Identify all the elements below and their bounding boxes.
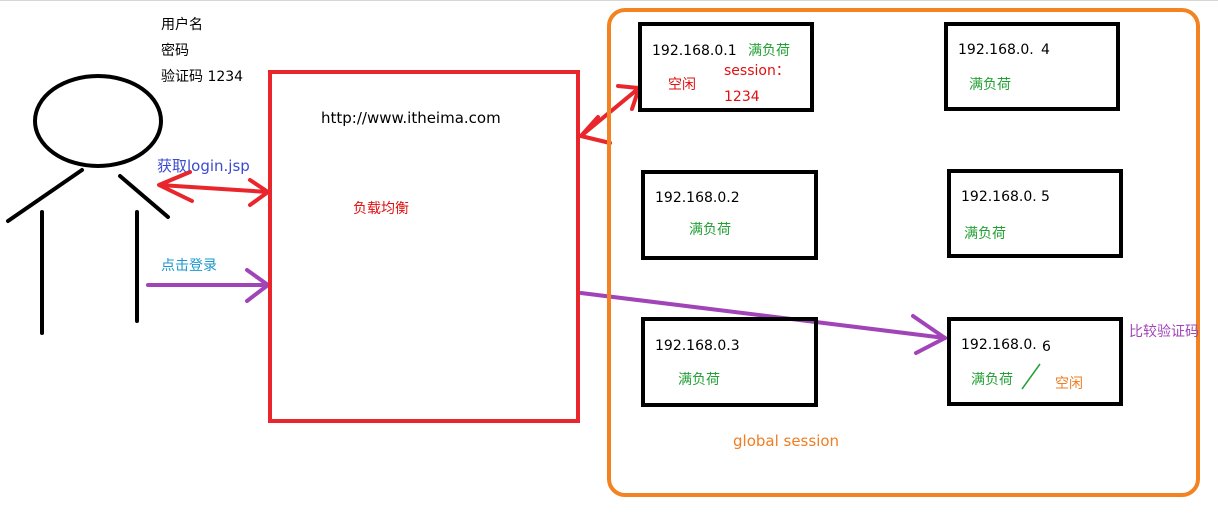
server-5: [947, 169, 1123, 258]
server-1-session-label: session：: [724, 63, 790, 79]
server-3-ip: 192.168.0.3: [655, 338, 740, 354]
server-5-ip-suffix: 5: [1041, 189, 1050, 205]
server-1-note: 空闲: [668, 77, 696, 93]
server-1-session-value: 1234: [724, 89, 760, 105]
compare-captcha-label: 比较验证码: [1129, 324, 1199, 340]
global-session-label: global session: [733, 432, 840, 450]
lb-url: http://www.itheima.com: [321, 109, 501, 127]
server-2-status: 满负荷: [689, 222, 731, 238]
server-3: [641, 317, 818, 407]
server-4-ip-suffix: 4: [1041, 42, 1050, 58]
server-6-note: 空闲: [1055, 376, 1083, 392]
server-4-status: 满负荷: [969, 77, 1011, 93]
server-6-status: 满负荷: [971, 372, 1013, 388]
lb-label: 负载均衡: [353, 201, 409, 217]
server-6: [947, 317, 1123, 406]
server-3-status: 满负荷: [678, 372, 720, 388]
server-1-ip: 192.168.0.1: [652, 43, 737, 59]
username-label: 用户名: [161, 17, 203, 33]
server-6-ip-prefix: 192.168.0.: [961, 337, 1037, 353]
server-2-ip: 192.168.0.2: [655, 190, 740, 206]
server-5-ip-prefix: 192.168.0.: [961, 189, 1037, 205]
server-1-status: 满负荷: [748, 43, 790, 59]
user-left-arm: [6, 168, 84, 223]
captcha-label: 验证码 1234: [161, 69, 244, 85]
get-login-label: 获取login.jsp: [157, 157, 250, 175]
server-2: [641, 170, 818, 260]
click-login-label: 点击登录: [161, 258, 217, 274]
server-4-ip-prefix: 192.168.0.: [958, 42, 1034, 58]
server-4: [944, 22, 1120, 111]
password-label: 密码: [161, 43, 189, 59]
click-login-arrow: [146, 268, 270, 303]
user-stick-figure: [6, 74, 170, 335]
server-5-status: 满负荷: [964, 226, 1006, 242]
get-login-arrow: [157, 170, 270, 207]
server-6-ip-suffix: 6: [1042, 339, 1051, 355]
user-head: [33, 74, 163, 168]
